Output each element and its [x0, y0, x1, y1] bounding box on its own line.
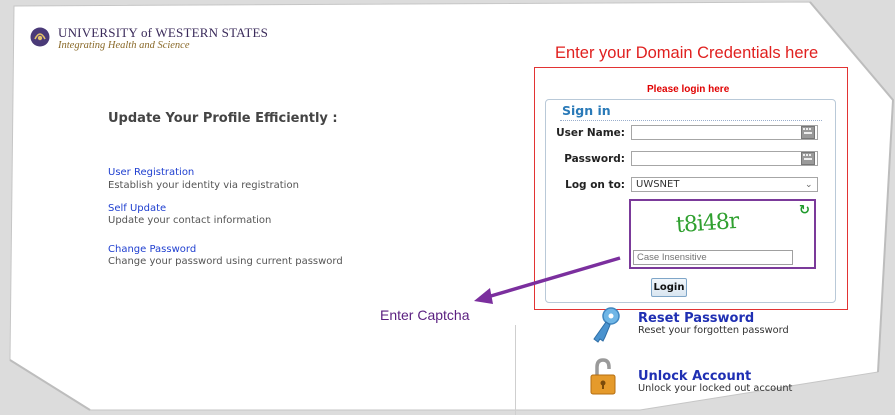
- user-registration-description: Establish your identity via registration: [108, 180, 299, 191]
- user-registration-link[interactable]: User Registration: [108, 167, 194, 178]
- logon-label: Log on to:: [565, 179, 625, 191]
- key-icon[interactable]: [588, 305, 624, 347]
- change-password-link[interactable]: Change Password: [108, 244, 196, 255]
- username-label: User Name:: [556, 127, 625, 139]
- unlock-account-description: Unlock your locked out account: [638, 383, 793, 394]
- login-message: Please login here: [647, 84, 730, 95]
- self-update-link[interactable]: Self Update: [108, 203, 166, 214]
- university-tagline: Integrating Health and Science: [58, 40, 190, 51]
- page: UNIVERSITY of WESTERN STATES Integrating…: [0, 0, 895, 415]
- university-name: UNIVERSITY of WESTERN STATES: [58, 25, 269, 40]
- password-input[interactable]: [631, 151, 818, 166]
- self-update-description: Update your contact information: [108, 215, 272, 226]
- reset-password-description: Reset your forgotten password: [638, 325, 789, 336]
- padlock-icon[interactable]: [588, 357, 618, 397]
- keyboard-icon[interactable]: [801, 152, 815, 165]
- reset-password-link[interactable]: Reset Password: [638, 311, 754, 326]
- domain-select[interactable]: UWSNET: [631, 177, 818, 192]
- captcha-image: t8i48r: [675, 208, 740, 239]
- credentials-annotation: Enter your Domain Credentials here: [555, 44, 819, 62]
- column-divider: [515, 325, 516, 415]
- captcha-annotation: Enter Captcha: [380, 307, 470, 323]
- signin-divider: [560, 120, 822, 121]
- domain-select-value: UWSNET: [636, 179, 680, 190]
- captcha-input[interactable]: [633, 250, 793, 265]
- login-button[interactable]: Login: [651, 278, 687, 297]
- page-title: Update Your Profile Efficiently :: [108, 111, 338, 126]
- username-input[interactable]: [631, 125, 818, 140]
- keyboard-icon[interactable]: [801, 126, 815, 139]
- password-label: Password:: [564, 153, 625, 165]
- unlock-account-link[interactable]: Unlock Account: [638, 369, 751, 384]
- refresh-captcha-icon[interactable]: ↻: [799, 203, 810, 218]
- university-logo-icon: [30, 27, 50, 47]
- chevron-down-icon[interactable]: ⌄: [805, 180, 813, 190]
- captcha-arrow: [474, 256, 621, 304]
- signin-title: Sign in: [562, 103, 611, 118]
- change-password-description: Change your password using current passw…: [108, 256, 343, 267]
